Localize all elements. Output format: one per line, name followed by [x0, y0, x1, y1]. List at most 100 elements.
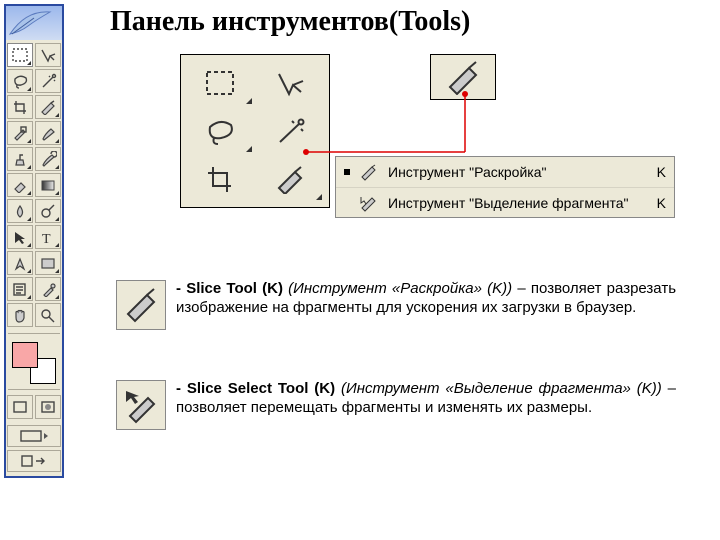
- flyout-indicator-icon: [55, 217, 59, 221]
- dodge-tool[interactable]: [35, 199, 61, 223]
- brush-tool[interactable]: [35, 121, 61, 145]
- description-text: - Slice Select Tool (K) (Инструмент «Выд…: [176, 380, 676, 418]
- description-slice-tool: - Slice Tool (K) (Инструмент «Раскройка»…: [116, 280, 676, 330]
- blur-tool[interactable]: [7, 199, 33, 223]
- imageready-button[interactable]: [7, 450, 61, 472]
- description-slice-select-tool: - Slice Select Tool (K) (Инструмент «Выд…: [116, 380, 676, 430]
- magic-wand-tool-large[interactable]: [257, 109, 323, 153]
- eraser-tool[interactable]: [7, 173, 33, 197]
- separator: [8, 389, 60, 390]
- flyout-indicator-icon: [27, 217, 31, 221]
- crop-icon: [203, 164, 237, 194]
- healing-brush-tool[interactable]: [7, 121, 33, 145]
- toolbar-header: [6, 6, 62, 40]
- slice-icon: [443, 59, 483, 95]
- imageready-icon: [19, 454, 49, 468]
- crop-tool-large[interactable]: [187, 157, 253, 201]
- title-ru: Панель инструментов: [110, 6, 389, 37]
- flyout-shortcut: K: [657, 164, 666, 180]
- flyout-indicator-icon: [316, 194, 322, 200]
- flyout-indicator-icon: [55, 269, 59, 273]
- eyedropper-tool[interactable]: [35, 277, 61, 301]
- page-title: Панель инструментов(Tools): [110, 6, 470, 38]
- flyout-label: Инструмент "Раскройка": [388, 164, 649, 180]
- color-swatches[interactable]: [8, 340, 60, 386]
- zoom-tool[interactable]: [35, 303, 61, 327]
- notes-tool[interactable]: [7, 277, 33, 301]
- tools-panel: T: [4, 4, 64, 478]
- pen-tool[interactable]: [7, 251, 33, 275]
- rectangular-marquee-tool-large[interactable]: [187, 61, 253, 105]
- lasso-tool[interactable]: [7, 69, 33, 93]
- flyout-indicator-icon: [27, 61, 31, 65]
- move-tool[interactable]: [35, 43, 61, 67]
- description-text: - Slice Tool (K) (Инструмент «Раскройка»…: [176, 280, 676, 318]
- magic-wand-tool[interactable]: [35, 69, 61, 93]
- flyout-indicator-icon: [27, 191, 31, 195]
- slice-icon: [273, 164, 307, 194]
- flyout-indicator-icon: [27, 87, 31, 91]
- flyout-indicator-icon: [55, 139, 59, 143]
- tool-grid: T: [4, 40, 64, 330]
- foreground-color-swatch[interactable]: [12, 342, 38, 368]
- slice-select-icon: [358, 192, 380, 214]
- desc-paren: (Инструмент «Раскройка» (K)): [283, 280, 512, 297]
- gradient-tool[interactable]: [35, 173, 61, 197]
- history-brush-tool[interactable]: [35, 147, 61, 171]
- flyout-indicator-icon: [55, 243, 59, 247]
- rectangular-marquee-icon: [203, 68, 237, 98]
- slice-tool-highlight: [430, 54, 496, 100]
- flyout-indicator-icon: [27, 165, 31, 169]
- standard-mode-button[interactable]: [7, 395, 33, 419]
- slice-icon: [116, 280, 166, 330]
- flyout-indicator-icon: [55, 113, 59, 117]
- flyout-indicator-icon: [27, 295, 31, 299]
- rectangular-marquee-tool[interactable]: [7, 43, 33, 67]
- feather-icon: [8, 8, 52, 38]
- flyout-indicator-icon: [55, 165, 59, 169]
- flyout-indicator-icon: [27, 139, 31, 143]
- separator: [8, 333, 60, 334]
- active-dot-icon: [344, 169, 350, 175]
- slice-tool-large[interactable]: [257, 157, 323, 201]
- type-tool[interactable]: T: [35, 225, 61, 249]
- quick-mask-button[interactable]: [35, 395, 61, 419]
- flyout-indicator-icon: [55, 191, 59, 195]
- title-en: (Tools): [389, 6, 470, 37]
- move-tool-large[interactable]: [257, 61, 323, 105]
- hand-icon: [11, 307, 29, 323]
- slice-tool[interactable]: [35, 95, 61, 119]
- desc-paren: (Инструмент «Выделение фрагмента» (K)): [335, 380, 662, 397]
- zoomed-toolbar-section: [180, 54, 330, 208]
- standard-mode-icon: [12, 400, 28, 414]
- move-icon: [273, 68, 307, 98]
- path-select-tool[interactable]: [7, 225, 33, 249]
- screen-mode-icon: [19, 429, 49, 443]
- shape-tool[interactable]: [35, 251, 61, 275]
- crop-icon: [11, 99, 29, 115]
- magic-wand-icon: [273, 116, 307, 146]
- flyout-indicator-icon: [246, 146, 252, 152]
- desc-lead: - Slice Tool (K): [176, 280, 283, 297]
- flyout-indicator-icon: [246, 98, 252, 104]
- lasso-tool-large[interactable]: [187, 109, 253, 153]
- flyout-indicator-icon: [27, 269, 31, 273]
- flyout-indicator-icon: [27, 243, 31, 247]
- flyout-indicator-icon: [55, 295, 59, 299]
- clone-stamp-tool[interactable]: [7, 147, 33, 171]
- flyout-item-slice[interactable]: Инструмент "Раскройка" K: [336, 157, 674, 187]
- crop-tool[interactable]: [7, 95, 33, 119]
- slice-select-icon: [116, 380, 166, 430]
- hand-tool[interactable]: [7, 303, 33, 327]
- flyout-item-slice-select[interactable]: Инструмент "Выделение фрагмента" K: [336, 187, 674, 217]
- move-icon: [39, 47, 57, 63]
- lasso-icon: [203, 116, 237, 146]
- slice-tool-flyout: Инструмент "Раскройка" K Инструмент "Выд…: [335, 156, 675, 218]
- desc-lead: - Slice Select Tool (K): [176, 380, 335, 397]
- flyout-label: Инструмент "Выделение фрагмента": [388, 195, 649, 211]
- mode-buttons: [4, 392, 64, 422]
- screen-mode-button[interactable]: [7, 425, 61, 447]
- quick-mask-icon: [40, 400, 56, 414]
- slice-icon: [358, 161, 380, 183]
- magic-wand-icon: [39, 73, 57, 89]
